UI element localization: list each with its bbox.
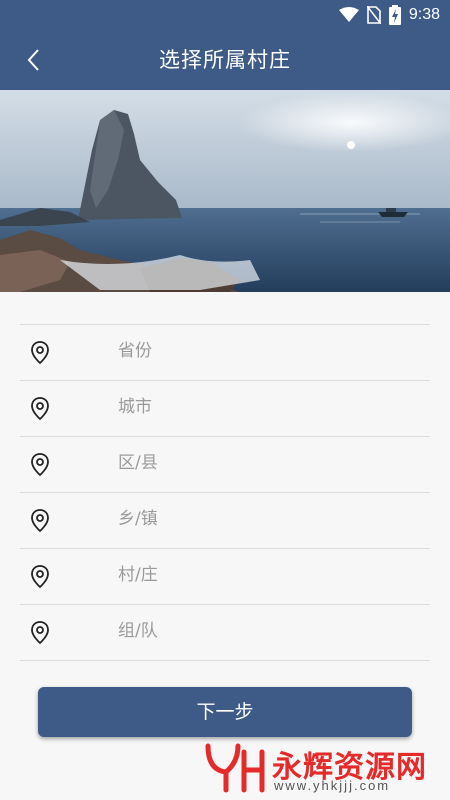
location-pin-icon (31, 453, 49, 477)
province-label: 省份 (118, 341, 152, 361)
village-label: 村/庄 (118, 565, 158, 585)
township-row[interactable]: 乡/镇 (20, 493, 430, 549)
location-pin-icon (31, 341, 49, 365)
district-label: 区/县 (118, 453, 158, 473)
location-form: 省份 城市 区/县 乡/镇 村/庄 组/队 (20, 324, 430, 661)
app-bar: 选择所属村庄 (0, 30, 450, 90)
battery-charging-icon (388, 5, 401, 25)
status-bar: 9:38 (0, 0, 450, 30)
wifi-icon (338, 7, 359, 22)
province-row[interactable]: 省份 (20, 325, 430, 381)
location-pin-icon (31, 397, 49, 421)
location-pin-icon (31, 621, 49, 645)
location-pin-icon (31, 565, 49, 589)
village-row[interactable]: 村/庄 (20, 549, 430, 605)
group-row[interactable]: 组/队 (20, 605, 430, 661)
status-time: 9:38 (408, 6, 440, 23)
township-label: 乡/镇 (118, 509, 158, 529)
location-pin-icon (31, 509, 49, 533)
page-title: 选择所属村庄 (159, 48, 291, 72)
watermark-logo-icon (205, 743, 265, 793)
watermark-url: www.yhkjjj.com (274, 778, 391, 793)
city-row[interactable]: 城市 (20, 381, 430, 437)
seascape-illustration (0, 90, 450, 292)
status-icons: 9:38 (338, 4, 440, 26)
screen: 9:38 选择所属村庄 省份 城市 区/县 乡/镇 村/庄 组/队 下一步 永辉… (0, 0, 450, 800)
hero-banner-image (0, 90, 450, 292)
no-sim-icon (366, 6, 381, 24)
site-watermark: 永辉资源网 www.yhkjjj.com (200, 740, 440, 796)
next-step-button[interactable]: 下一步 (38, 687, 412, 737)
city-label: 城市 (118, 397, 152, 417)
group-label: 组/队 (118, 621, 158, 641)
district-row[interactable]: 区/县 (20, 437, 430, 493)
